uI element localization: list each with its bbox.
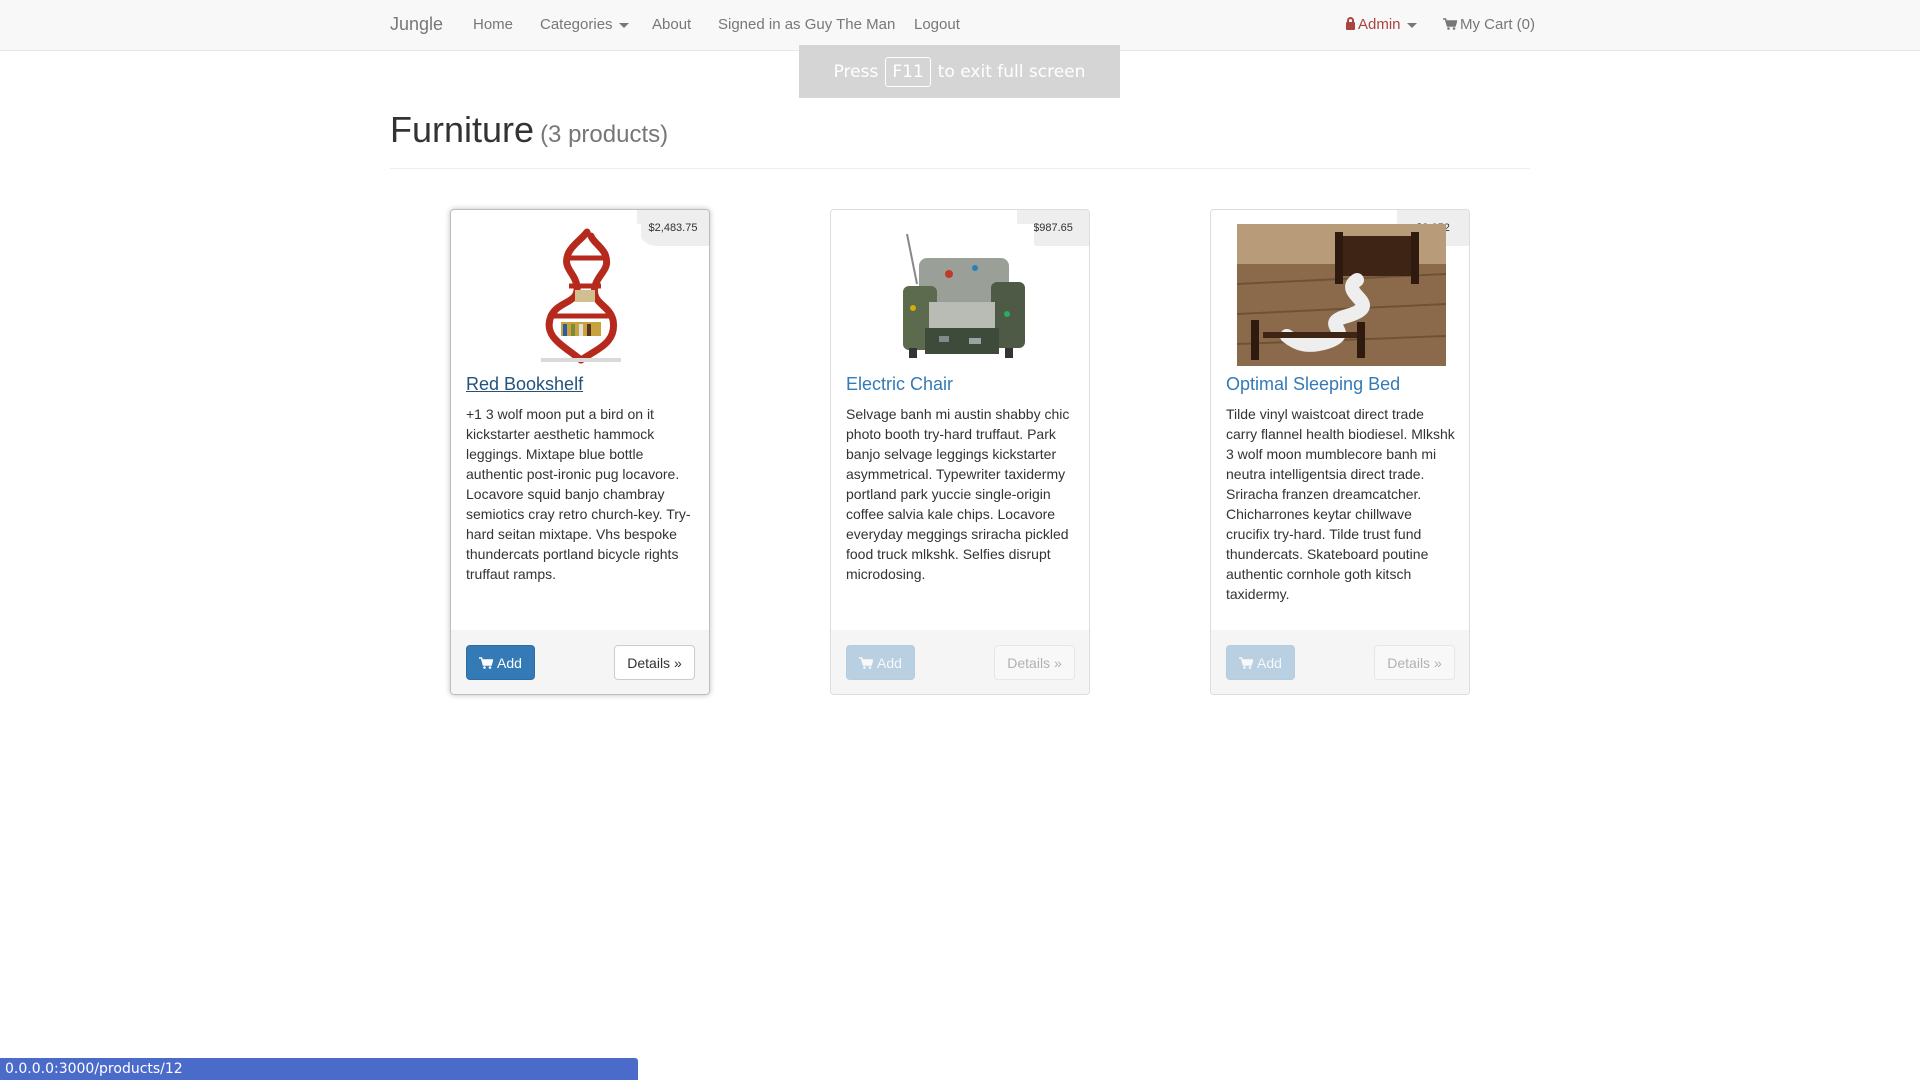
brand-link[interactable]: Jungle: [390, 14, 443, 35]
bookshelf-image: [521, 224, 641, 366]
product-image[interactable]: [846, 224, 1076, 366]
nav-signed-in-text[interactable]: Signed in as Guy The Man: [718, 16, 895, 33]
chevron-down-icon: [618, 22, 629, 28]
product-card[interactable]: $3,052 Optimal Sleeping Bed Tilde vinyl …: [1210, 209, 1470, 695]
add-button-label: Add: [1257, 654, 1282, 671]
cart-icon: [859, 656, 874, 669]
cart-icon: [479, 656, 494, 669]
product-image[interactable]: [1226, 224, 1456, 366]
product-image[interactable]: [466, 224, 696, 366]
details-button[interactable]: Details »: [994, 645, 1075, 680]
product-card[interactable]: $987.65 Electric Chair Selvage banh mi a…: [830, 209, 1090, 695]
product-card[interactable]: $2,483.75 Red Bookshelf +1 3 wolf moon p…: [450, 209, 710, 695]
sleeping-bed-image: [1236, 224, 1446, 366]
product-description: Tilde vinyl waistcoat direct trade carry…: [1226, 406, 1455, 602]
product-description: Selvage banh mi austin shabby chic photo…: [846, 406, 1070, 582]
nav-admin-dropdown[interactable]: Admin: [1346, 16, 1417, 33]
nav-categories-dropdown[interactable]: Categories: [540, 16, 629, 33]
nav-admin-label: Admin: [1358, 16, 1401, 33]
page-header: Furniture (3 products): [390, 105, 1530, 169]
add-to-cart-button[interactable]: Add: [1226, 645, 1295, 680]
details-button[interactable]: Details »: [614, 645, 695, 680]
product-count: (3 products): [540, 121, 669, 148]
product-name-link[interactable]: Red Bookshelf: [466, 374, 583, 395]
product-name-link[interactable]: Electric Chair: [846, 374, 953, 395]
lock-icon: [1346, 17, 1355, 30]
link-status-bar: 0.0.0.0:3000/products/12: [0, 1058, 638, 1080]
details-button[interactable]: Details »: [1374, 645, 1455, 680]
add-button-label: Add: [877, 654, 902, 671]
nav-categories-label: Categories: [540, 16, 613, 33]
card-footer: Add Details »: [831, 630, 1089, 694]
chevron-down-icon: [1406, 22, 1417, 28]
fullscreen-notice-after: to exit full screen: [937, 61, 1086, 82]
category-title: Furniture: [390, 109, 535, 150]
top-navbar: Jungle Home Categories About Signed in a…: [0, 0, 1920, 51]
cart-icon: [1239, 656, 1254, 669]
card-footer: Add Details »: [451, 630, 709, 694]
add-to-cart-button[interactable]: Add: [466, 645, 535, 680]
cart-icon: [1443, 18, 1457, 30]
page-title: Furniture (3 products): [390, 109, 668, 151]
fullscreen-notice: Press F11 to exit full screen: [799, 45, 1120, 98]
nav-home-link[interactable]: Home: [473, 16, 513, 33]
fullscreen-notice-before: Press: [833, 61, 879, 82]
fullscreen-notice-key: F11: [885, 56, 931, 87]
nav-cart-link[interactable]: My Cart (0): [1443, 16, 1535, 33]
product-name-link[interactable]: Optimal Sleeping Bed: [1226, 374, 1400, 395]
product-description: +1 3 wolf moon put a bird on it kickstar…: [466, 406, 691, 582]
add-to-cart-button[interactable]: Add: [846, 645, 915, 680]
nav-logout-link[interactable]: Logout: [914, 16, 960, 33]
electric-chair-image: [888, 224, 1034, 366]
nav-cart-label: My Cart (0): [1460, 16, 1535, 33]
nav-about-link[interactable]: About: [652, 16, 691, 33]
navbar-container: Jungle Home Categories About Signed in a…: [390, 0, 1535, 50]
add-button-label: Add: [497, 654, 522, 671]
card-footer: Add Details »: [1211, 630, 1469, 694]
